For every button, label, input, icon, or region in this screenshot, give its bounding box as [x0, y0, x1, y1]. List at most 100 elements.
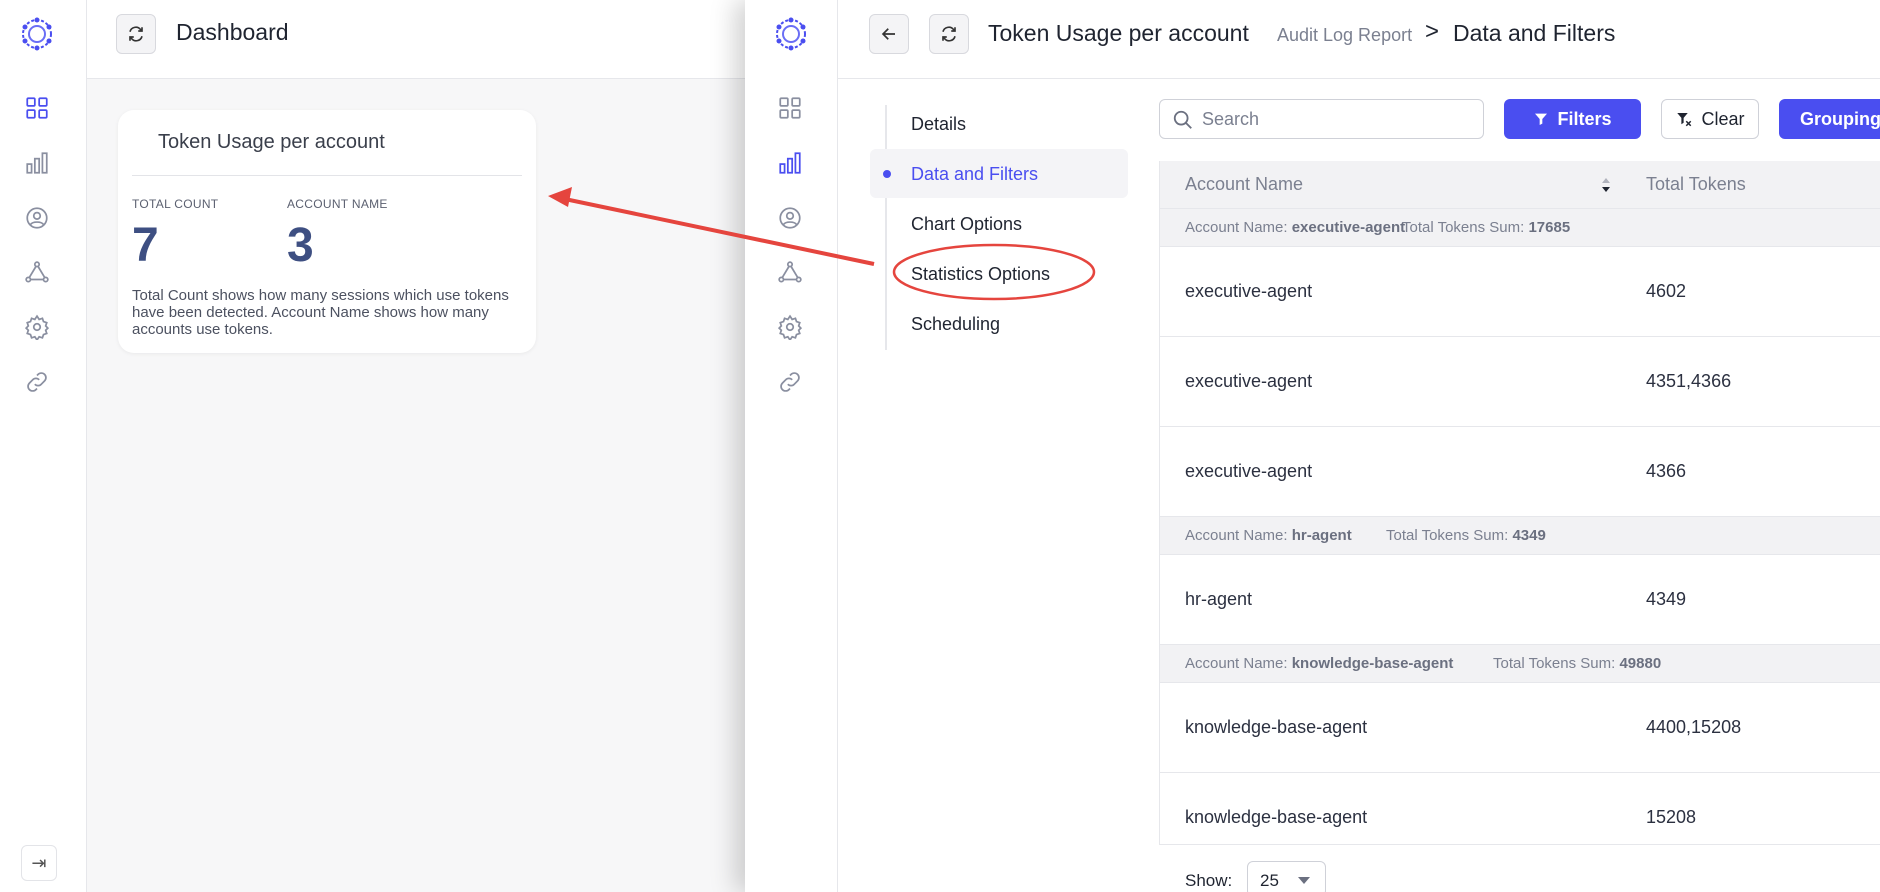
page-size-label: Show:	[1185, 871, 1233, 890]
gear-icon[interactable]	[23, 313, 51, 341]
cell-account-name: executive-agent	[1185, 281, 1313, 301]
grouping-button[interactable]: Grouping	[1779, 99, 1880, 139]
stat-label-total-count: TOTAL COUNT	[132, 197, 219, 211]
annotation-arrow-head	[548, 187, 572, 207]
token-usage-widget[interactable]: Token Usage per account TOTAL COUNT 7 AC…	[118, 110, 536, 353]
search-input[interactable]	[1202, 106, 1472, 132]
grid-icon[interactable]	[776, 94, 804, 122]
back-button[interactable]	[869, 14, 909, 54]
arrow-left-icon	[881, 28, 895, 40]
clear-button[interactable]: Clear	[1661, 99, 1759, 139]
grid-icon[interactable]	[23, 94, 51, 122]
widget-description: Total Count shows how many sessions whic…	[132, 287, 509, 338]
group-row: Account Name: executive-agent Total Toke…	[1160, 209, 1880, 247]
cell-total-tokens: 4602	[1646, 281, 1687, 301]
table-row[interactable]: executive-agent 4602	[1160, 247, 1880, 337]
group-label: Account Name:	[1185, 219, 1288, 236]
cell-total-tokens: 4400,15208	[1646, 717, 1742, 737]
cell-account-name: knowledge-base-agent	[1185, 717, 1368, 737]
sort-icon[interactable]	[1600, 175, 1612, 195]
stat-label-account-name: ACCOUNT NAME	[287, 197, 388, 211]
link-icon[interactable]	[776, 368, 804, 396]
group-row: Account Name: hr-agent Total Tokens Sum:…	[1160, 517, 1880, 555]
search-box	[1159, 99, 1484, 139]
cell-account-name: hr-agent	[1185, 589, 1253, 609]
sub-nav-details[interactable]: Details	[911, 114, 966, 135]
group-sum: 17685	[1528, 219, 1571, 236]
refresh-button[interactable]	[116, 14, 156, 54]
panel-sidebar	[745, 0, 838, 892]
group-sum-label: Total Tokens Sum:	[1386, 527, 1509, 544]
group-sum-label: Total Tokens Sum:	[1402, 219, 1525, 236]
table-row[interactable]: executive-agent 4351,4366	[1160, 337, 1880, 427]
refresh-icon	[942, 26, 956, 42]
sub-nav-track	[885, 105, 887, 350]
dashboard-header: Dashboard	[87, 0, 747, 79]
report-type[interactable]: Audit Log Report	[1277, 25, 1412, 46]
cell-account-name: executive-agent	[1185, 461, 1313, 481]
expand-arrow-icon: ⇥	[31, 852, 47, 873]
table-header: Account Name Total Tokens	[1160, 161, 1880, 209]
sub-nav-scheduling[interactable]: Scheduling	[911, 314, 1000, 335]
pagination-bar: Show: 25	[1159, 844, 1880, 892]
refresh-icon	[129, 26, 143, 42]
sub-nav-data-and-filters[interactable]: Data and Filters	[911, 164, 1038, 185]
cell-total-tokens: 4349	[1646, 589, 1687, 609]
filter-icon	[1535, 113, 1548, 125]
sub-nav-chart-options[interactable]: Chart Options	[911, 214, 1022, 235]
stat-value-account-name: 3	[287, 219, 314, 272]
cell-total-tokens: 15208	[1646, 807, 1697, 827]
user-circle-icon[interactable]	[23, 204, 51, 232]
table-row[interactable]: hr-agent 4349	[1160, 555, 1880, 645]
group-label: Account Name:	[1185, 527, 1288, 544]
column-header-total-tokens[interactable]: Total Tokens	[1646, 174, 1746, 195]
data-table: Account Name Total Tokens Account Name: …	[1159, 161, 1880, 844]
bar-chart-icon[interactable]	[776, 149, 804, 177]
breadcrumb-current: Data and Filters	[1453, 20, 1616, 46]
grouping-label: Grouping	[1800, 108, 1880, 129]
group-name: executive-agent	[1291, 219, 1406, 236]
app-logo-icon[interactable]	[771, 14, 811, 54]
caret-down-icon	[1298, 877, 1310, 884]
page-title: Dashboard	[176, 19, 289, 45]
active-dot-icon	[883, 170, 891, 178]
page-size-value: 25	[1260, 871, 1279, 890]
search-icon	[1173, 110, 1192, 129]
cell-total-tokens: 4366	[1646, 461, 1687, 481]
page-size-select[interactable]: 25	[1247, 861, 1326, 892]
clear-label: Clear	[1701, 108, 1745, 129]
network-icon[interactable]	[23, 259, 51, 287]
group-label: Account Name:	[1185, 655, 1288, 672]
group-row: Account Name: knowledge-base-agent Total…	[1160, 645, 1880, 683]
table-row[interactable]: knowledge-base-agent 4400,15208	[1160, 683, 1880, 773]
user-circle-icon[interactable]	[776, 204, 804, 232]
cell-total-tokens: 4351,4366	[1646, 371, 1732, 391]
refresh-button[interactable]	[929, 14, 969, 54]
breadcrumb-separator: >	[1425, 18, 1440, 45]
table-row[interactable]: knowledge-base-agent 15208	[1160, 773, 1880, 844]
network-icon[interactable]	[776, 259, 804, 287]
cell-account-name: executive-agent	[1185, 371, 1313, 391]
group-sum: 49880	[1619, 655, 1662, 672]
group-sum: 4349	[1512, 527, 1546, 544]
gear-icon[interactable]	[776, 313, 804, 341]
filters-label: Filters	[1557, 108, 1612, 129]
report-title: Token Usage per account	[988, 20, 1249, 46]
collapse-sidebar-button[interactable]: ⇥	[21, 845, 57, 881]
cell-account-name: knowledge-base-agent	[1185, 807, 1368, 827]
group-sum-label: Total Tokens Sum:	[1493, 655, 1616, 672]
table-row[interactable]: executive-agent 4366	[1160, 427, 1880, 517]
link-icon[interactable]	[23, 368, 51, 396]
divider	[132, 175, 522, 176]
group-name: knowledge-base-agent	[1291, 655, 1454, 672]
app-sidebar: ⇥	[0, 0, 87, 892]
group-name: hr-agent	[1291, 527, 1352, 544]
clear-filter-icon	[1677, 113, 1692, 127]
app-logo-icon[interactable]	[17, 14, 57, 54]
sub-nav-statistics-options[interactable]: Statistics Options	[911, 264, 1050, 285]
column-header-account-name[interactable]: Account Name	[1185, 174, 1303, 195]
filters-button[interactable]: Filters	[1504, 99, 1641, 139]
widget-title: Token Usage per account	[158, 131, 385, 153]
stat-value-total-count: 7	[132, 219, 159, 272]
bar-chart-icon[interactable]	[23, 149, 51, 177]
